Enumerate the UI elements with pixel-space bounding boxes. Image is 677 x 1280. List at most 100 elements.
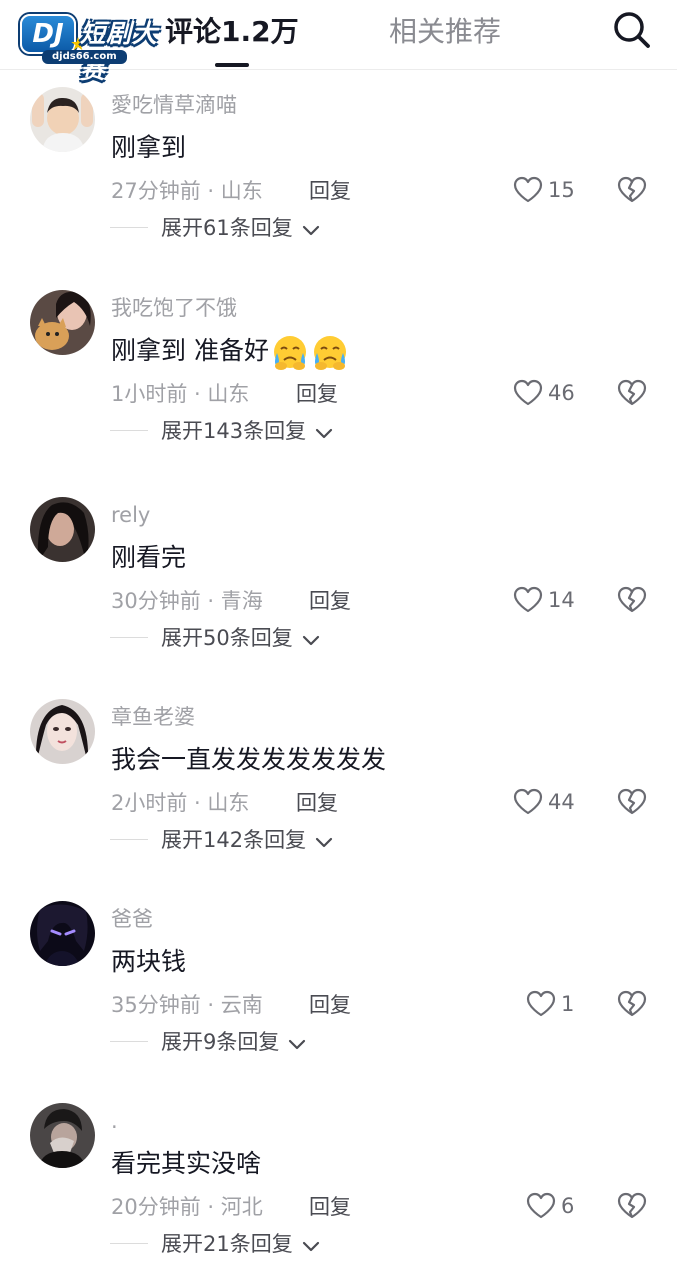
reply-button[interactable]: 回复 xyxy=(309,176,351,206)
reply-button[interactable]: 回复 xyxy=(296,379,338,409)
expand-replies-button[interactable]: 展开50条回复 xyxy=(161,622,320,654)
avatar[interactable] xyxy=(30,901,95,966)
comment-text-value: 刚拿到 准备好 xyxy=(111,336,269,365)
comment-item: 愛吃情草滴喵 刚拿到 27分钟前 · 山东 回复 15 展开61条回复 xyxy=(0,72,677,274)
search-icon xyxy=(614,12,650,48)
broken-heart-icon[interactable] xyxy=(616,377,648,409)
comment-time: 20分钟前 xyxy=(111,1195,201,1219)
expand-replies-label: 展开21条回复 xyxy=(161,1232,293,1256)
expand-divider xyxy=(110,430,148,431)
top-bar: DJ ★ 短剧大赛 djds66.com 评论1.2万 相关推荐 xyxy=(0,0,677,84)
chevron-down-icon xyxy=(302,225,319,235)
reply-button[interactable]: 回复 xyxy=(309,990,351,1020)
like-count: 14 xyxy=(548,588,575,612)
crying-face-emoji-icon xyxy=(313,336,346,370)
heart-icon xyxy=(513,176,543,203)
comment-time: 27分钟前 xyxy=(111,179,201,203)
heart-icon xyxy=(513,788,543,815)
chevron-down-icon xyxy=(302,635,319,645)
comment-username[interactable]: 爸爸 xyxy=(111,904,153,934)
logo-badge: DJ xyxy=(20,14,76,54)
expand-replies-label: 展开50条回复 xyxy=(161,626,293,650)
comment-time: 35分钟前 xyxy=(111,993,201,1017)
comment-text-value: 刚看完 xyxy=(111,543,187,572)
comment-time: 1小时前 xyxy=(111,382,188,406)
expand-replies-button[interactable]: 展开61条回复 xyxy=(161,212,320,244)
comment-location: 云南 xyxy=(220,993,263,1017)
expand-divider xyxy=(110,227,148,228)
broken-heart-icon[interactable] xyxy=(616,988,648,1020)
heart-icon xyxy=(513,379,543,406)
comment-username[interactable]: 章鱼老婆 xyxy=(111,702,195,732)
comment-time: 2小时前 xyxy=(111,791,188,815)
heart-icon xyxy=(526,990,556,1017)
comment-username[interactable]: . xyxy=(111,1106,118,1136)
expand-replies-label: 展开61条回复 xyxy=(161,216,293,240)
watermark-logo: DJ ★ 短剧大赛 djds66.com xyxy=(20,12,170,84)
broken-heart-icon[interactable] xyxy=(616,174,648,206)
broken-heart-icon[interactable] xyxy=(616,584,648,616)
avatar[interactable] xyxy=(30,290,95,355)
comment-meta: 30分钟前 · 青海 xyxy=(111,589,263,613)
chevron-down-icon xyxy=(316,428,333,438)
avatar[interactable] xyxy=(30,699,95,764)
comment-username[interactable]: 我吃饱了不饿 xyxy=(111,293,237,323)
comment-text: 两块钱 xyxy=(111,944,186,980)
comment-time: 30分钟前 xyxy=(111,589,201,613)
like-count: 44 xyxy=(548,790,575,814)
comment-item: rely 刚看完 30分钟前 · 青海 回复 14 展开50条回复 xyxy=(0,482,677,684)
heart-icon xyxy=(526,1192,556,1219)
comment-meta: 27分钟前 · 山东 xyxy=(111,179,263,203)
expand-divider xyxy=(110,637,148,638)
comment-meta: 1小时前 · 山东 xyxy=(111,382,250,406)
reply-button[interactable]: 回复 xyxy=(309,1192,351,1222)
like-count: 1 xyxy=(561,992,575,1016)
comment-text-value: 看完其实没啥 xyxy=(111,1149,262,1178)
broken-heart-icon[interactable] xyxy=(616,1190,648,1222)
tab-comments[interactable]: 评论1.2万 xyxy=(165,12,299,52)
tab-related[interactable]: 相关推荐 xyxy=(389,12,501,52)
comment-location: 山东 xyxy=(220,179,263,203)
reply-button[interactable]: 回复 xyxy=(296,788,338,818)
expand-replies-button[interactable]: 展开21条回复 xyxy=(161,1228,320,1260)
active-tab-indicator xyxy=(215,63,249,67)
comment-text-value: 我会一直发发发发发发发 xyxy=(111,745,387,774)
expand-replies-button[interactable]: 展开9条回复 xyxy=(161,1026,306,1058)
comment-username[interactable]: rely xyxy=(111,500,150,530)
chevron-down-icon xyxy=(289,1039,306,1049)
comment-location: 河北 xyxy=(220,1195,263,1219)
search-button[interactable] xyxy=(610,8,654,52)
comment-meta: 35分钟前 · 云南 xyxy=(111,993,263,1017)
comment-text: 刚看完 xyxy=(111,540,186,576)
broken-heart-icon[interactable] xyxy=(616,786,648,818)
comment-text: 刚拿到 准备好 xyxy=(111,333,349,371)
comment-location: 青海 xyxy=(220,589,263,613)
avatar[interactable] xyxy=(30,1103,95,1168)
avatar[interactable] xyxy=(30,497,95,562)
comment-item: 爸爸 两块钱 35分钟前 · 云南 回复 1 展开9条回复 xyxy=(0,886,677,1088)
reply-button[interactable]: 回复 xyxy=(309,586,351,616)
avatar[interactable] xyxy=(30,87,95,152)
like-count: 6 xyxy=(561,1194,575,1218)
comment-username[interactable]: 愛吃情草滴喵 xyxy=(111,90,237,120)
comment-text: 我会一直发发发发发发发 xyxy=(111,742,386,778)
comment-location: 山东 xyxy=(207,791,250,815)
expand-divider xyxy=(110,839,148,840)
comment-text: 刚拿到 xyxy=(111,130,186,166)
expand-replies-button[interactable]: 展开142条回复 xyxy=(161,824,333,856)
chevron-down-icon xyxy=(316,837,333,847)
comment-location: 山东 xyxy=(207,382,250,406)
comment-item: 我吃饱了不饿 刚拿到 准备好 1小时前 · 山东 回复 46 展开143条回复 xyxy=(0,275,677,477)
expand-replies-label: 展开9条回复 xyxy=(161,1030,280,1054)
comment-text-value: 刚拿到 xyxy=(111,133,187,162)
expand-divider xyxy=(110,1041,148,1042)
comment-text: 看完其实没啥 xyxy=(111,1146,261,1182)
comment-meta: 2小时前 · 山东 xyxy=(111,791,250,815)
like-count: 46 xyxy=(548,381,575,405)
heart-icon xyxy=(513,586,543,613)
crying-face-emoji-icon xyxy=(273,336,306,370)
expand-replies-label: 展开143条回复 xyxy=(161,419,307,443)
expand-replies-button[interactable]: 展开143条回复 xyxy=(161,415,333,447)
expand-replies-label: 展开142条回复 xyxy=(161,828,307,852)
chevron-down-icon xyxy=(302,1241,319,1251)
